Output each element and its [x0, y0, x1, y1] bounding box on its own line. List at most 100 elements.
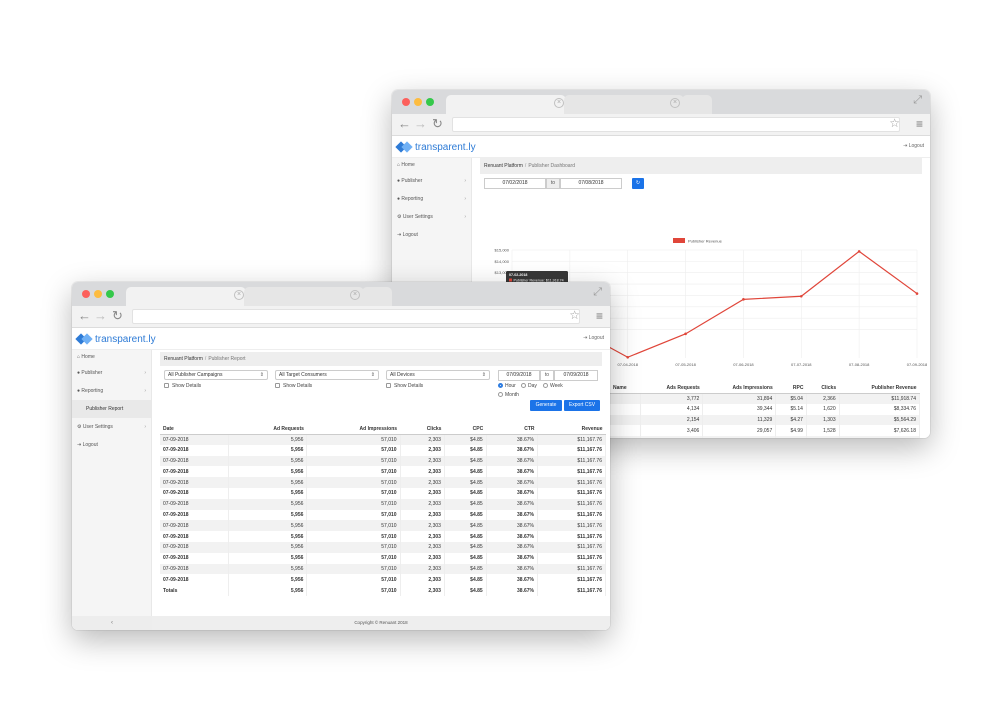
- column-header[interactable]: Ad Impressions: [306, 424, 401, 435]
- column-header[interactable]: Clicks: [400, 424, 445, 435]
- logo[interactable]: transparent.ly: [395, 139, 476, 155]
- logo[interactable]: transparent.ly: [75, 331, 156, 347]
- sidebar-item-publisher-report[interactable]: Publisher Report: [72, 400, 151, 418]
- expand-icon[interactable]: ⤢: [913, 94, 922, 107]
- column-header[interactable]: Ads Impressions: [702, 383, 776, 394]
- device-show-details-checkbox[interactable]: Show Details: [386, 383, 423, 389]
- table-cell: 07-09-2018: [160, 455, 230, 467]
- minimize-window-button[interactable]: [414, 98, 422, 106]
- table-cell: 2,303: [400, 563, 445, 575]
- column-header[interactable]: CPC: [444, 424, 487, 435]
- table-cell: $4.85: [444, 509, 487, 521]
- column-header[interactable]: Ads Requests: [640, 383, 703, 394]
- sidebar-item-publisher[interactable]: ● Publisher ›: [392, 172, 471, 190]
- table-cell: $4.27: [775, 414, 807, 426]
- table-cell: 38.67%: [486, 455, 538, 467]
- sidebar-item-reporting[interactable]: ● Reporting ›: [392, 190, 471, 208]
- new-tab-button[interactable]: [682, 95, 712, 114]
- address-bar[interactable]: [132, 309, 580, 324]
- sidebar-item-user-settings[interactable]: ⚙ User Settings ›: [392, 208, 471, 226]
- export-csv-button[interactable]: Export CSV: [564, 400, 600, 411]
- forward-arrow-icon[interactable]: →: [414, 117, 427, 131]
- page-footer: Copyright © Renuant 2018: [152, 616, 610, 630]
- table-cell: 07-09-2018: [160, 509, 230, 521]
- column-header[interactable]: Publisher Revenue: [839, 383, 920, 394]
- close-window-button[interactable]: [402, 98, 410, 106]
- consumer-select[interactable]: All Target Consumers ⇕: [275, 370, 379, 380]
- column-header[interactable]: Revenue: [537, 424, 606, 435]
- reload-icon[interactable]: ↻: [432, 117, 443, 131]
- chevron-right-icon: ›: [144, 370, 146, 376]
- forward-arrow-icon[interactable]: →: [94, 309, 107, 323]
- menu-icon[interactable]: ≡: [916, 117, 923, 131]
- star-icon[interactable]: ☆: [569, 308, 580, 322]
- reload-icon[interactable]: ↻: [112, 309, 123, 323]
- sidebar-item-logout[interactable]: ⇥ Logout: [392, 226, 471, 244]
- sidebar-item-reporting[interactable]: ● Reporting ›: [72, 382, 151, 400]
- data-point: [799, 294, 803, 298]
- browser-toolbar: ← → ↻ ☆ ≡: [72, 306, 610, 328]
- breadcrumb-root[interactable]: Renuant Platform: [484, 163, 523, 169]
- browser-tab[interactable]: ×: [244, 287, 364, 306]
- sidebar-item-home[interactable]: ⌂ Home: [392, 158, 471, 172]
- column-header[interactable]: Ad Requests: [228, 424, 307, 435]
- radio-month[interactable]: Month: [498, 392, 519, 398]
- browser-tab-active[interactable]: ×: [126, 287, 246, 306]
- column-header[interactable]: RPC: [775, 383, 807, 394]
- generate-button[interactable]: Generate: [530, 400, 562, 411]
- close-tab-icon[interactable]: ×: [554, 98, 564, 108]
- date-from-input[interactable]: 07/02/2018: [484, 178, 546, 189]
- table-row: 3,65332,922$4.942,157$10,659.71: [610, 436, 921, 438]
- star-icon[interactable]: ☆: [889, 116, 900, 130]
- table-cell: 5,956: [228, 477, 308, 488]
- sidebar-item-publisher[interactable]: ● Publisher ›: [72, 364, 151, 382]
- radio-hour[interactable]: Hour: [498, 383, 516, 389]
- table-cell: $11,918.74: [839, 393, 921, 404]
- close-tab-icon[interactable]: ×: [350, 290, 360, 300]
- close-window-button[interactable]: [82, 290, 90, 298]
- back-arrow-icon[interactable]: ←: [398, 117, 411, 131]
- date-to-input[interactable]: 07/09/2018: [554, 370, 598, 381]
- table-cell: 57,010: [306, 477, 401, 488]
- header-logout-link[interactable]: ⇥ Logout: [903, 143, 924, 149]
- date-to-input[interactable]: 07/08/2018: [560, 178, 622, 189]
- column-header[interactable]: Clicks: [806, 383, 840, 394]
- breadcrumb-root[interactable]: Renuant Platform: [164, 356, 203, 362]
- sidebar-item-home[interactable]: ⌂ Home: [72, 350, 151, 364]
- app-header: transparent.ly ⇥ Logout: [392, 136, 930, 158]
- table-cell: $7,626.18: [839, 425, 921, 437]
- consumer-show-details-checkbox[interactable]: Show Details: [275, 383, 312, 389]
- radio-week[interactable]: Week: [543, 383, 563, 389]
- table-cell: $4.85: [444, 574, 487, 586]
- address-bar[interactable]: [452, 117, 900, 132]
- device-select[interactable]: All Devices ⇕: [386, 370, 490, 380]
- menu-icon[interactable]: ≡: [596, 309, 603, 323]
- table-cell: 38.67%: [486, 541, 538, 553]
- settings-icon: ⚙: [77, 424, 82, 430]
- campaign-select[interactable]: All Publisher Campaigns ⇕: [164, 370, 268, 380]
- column-header[interactable]: Name: [610, 383, 641, 394]
- sidebar-item-user-settings[interactable]: ⚙ User Settings ›: [72, 418, 151, 436]
- maximize-window-button[interactable]: [426, 98, 434, 106]
- new-tab-button[interactable]: [362, 287, 392, 306]
- column-header[interactable]: CTR: [486, 424, 538, 435]
- header-logout-link[interactable]: ⇥ Logout: [583, 335, 604, 341]
- table-row: 07-09-2018 5,956 57,010 2,303 $4.85 38.67% $11…: [160, 520, 607, 532]
- maximize-window-button[interactable]: [106, 290, 114, 298]
- title-bar: × × ⤢: [392, 90, 930, 114]
- browser-tab-active[interactable]: ×: [446, 95, 566, 114]
- back-arrow-icon[interactable]: ←: [78, 309, 91, 323]
- browser-tab[interactable]: ×: [564, 95, 684, 114]
- minimize-window-button[interactable]: [94, 290, 102, 298]
- sidebar-item-logout[interactable]: ⇥ Logout: [72, 436, 151, 454]
- radio-day[interactable]: Day: [521, 383, 537, 389]
- close-tab-icon[interactable]: ×: [234, 290, 244, 300]
- campaign-show-details-checkbox[interactable]: Show Details: [164, 383, 201, 389]
- date-from-input[interactable]: 07/09/2018: [498, 370, 540, 381]
- column-header[interactable]: Date: [160, 424, 229, 435]
- sidebar-collapse-button[interactable]: ‹: [72, 616, 152, 630]
- expand-icon[interactable]: ⤢: [593, 286, 602, 299]
- close-tab-icon[interactable]: ×: [670, 98, 680, 108]
- table-cell: $4.85: [444, 552, 487, 564]
- refresh-button[interactable]: ↻: [632, 178, 644, 189]
